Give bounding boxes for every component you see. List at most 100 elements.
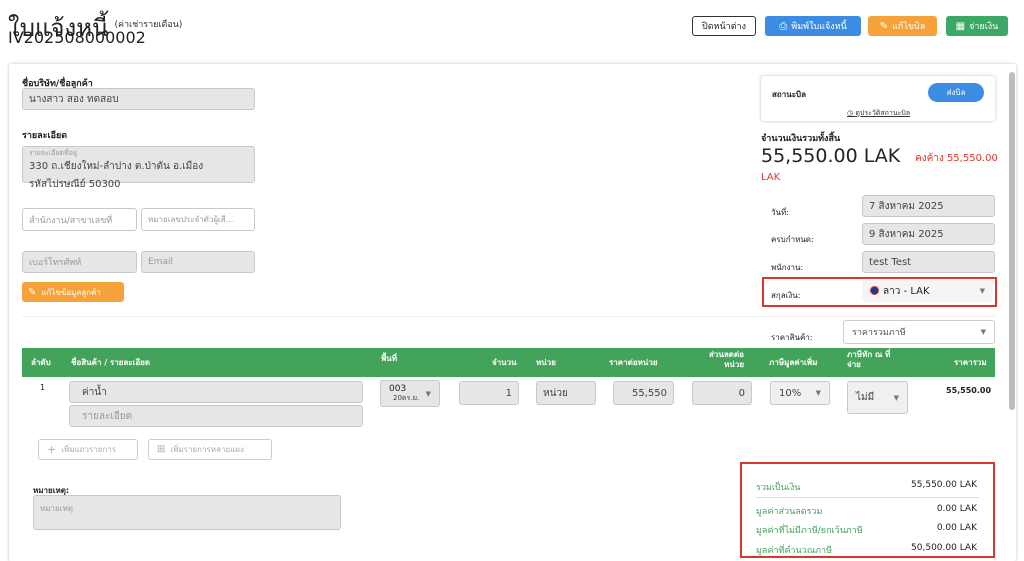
discount-value: 0 — [738, 387, 745, 399]
nontax-value: 0.00 LAK — [936, 523, 977, 533]
notes-placeholder: หมายเหตุ — [40, 504, 73, 513]
edit-customer-label: แก้ไขข้อมูลลูกค้า — [41, 287, 101, 297]
document-number: IV202508000002 — [8, 28, 146, 47]
summary-row-nontax: มูลค่าที่ไม่มีภาษี/ยกเว้นภาษี 0.00 LAK — [742, 523, 993, 537]
currency-selected: ลาว - LAK — [870, 284, 930, 299]
status-history-label: ดูประวัติสถานะบิล — [855, 109, 911, 117]
unit-price-value: 55,550 — [632, 387, 667, 399]
price-type-value: ราคารวมภาษี — [852, 328, 906, 338]
add-row-label: เพิ่มแถวรายการ — [61, 445, 117, 454]
wht-select[interactable]: ไม่มี ▼ — [847, 381, 908, 414]
edit-doc-icon: ✎ — [879, 20, 889, 32]
col-unit-price: ราคาต่อหน่วย — [609, 358, 658, 367]
grand-total-label: จำนวนเงินรวมทั้งสิ้น — [761, 134, 841, 144]
notes-input[interactable]: หมายเหตุ — [33, 495, 341, 530]
col-wht: ภาษีหัก ณ ที่จ่าย — [847, 350, 891, 369]
chevron-down-icon: ▼ — [815, 389, 821, 397]
taxable-value: 50,500.00 LAK — [911, 543, 977, 553]
due-label: ครบกำหนด: — [771, 235, 814, 244]
branch-input[interactable]: สำนักงาน/สาขาเลขที่ — [22, 208, 137, 231]
close-window-label: ปิดหน้าต่าง — [702, 22, 746, 32]
phone-placeholder: เบอร์โทรศัพท์ — [29, 258, 82, 268]
currency-select[interactable]: ลาว - LAK ▼ — [862, 280, 993, 302]
chevron-down-icon: ▼ — [425, 389, 431, 398]
qty-value: 1 — [505, 387, 512, 399]
scrollbar-thumb[interactable] — [1009, 72, 1015, 410]
email-input[interactable]: Email — [141, 251, 255, 273]
summary-row-subtotal: รวมเป็นเงิน 55,550.00 LAK — [742, 480, 993, 494]
address-line2: รหัสไปรษณีย์ 50300 — [29, 179, 121, 190]
company-value: นางสาว สอง ทดสอบ — [29, 93, 119, 105]
area-select[interactable]: 003 20ตร.ม. ▼ — [380, 380, 440, 407]
date-field[interactable]: 7 สิงหาคม 2025 — [862, 195, 995, 217]
grand-total-amount: 55,550.00 LAK — [761, 145, 901, 167]
phone-input[interactable]: เบอร์โทรศัพท์ — [22, 251, 137, 273]
unit-price-input[interactable]: 55,550 — [613, 381, 674, 405]
nontax-label: มูลค่าที่ไม่มีภาษี/ยกเว้นภาษี — [756, 526, 863, 536]
discount-input[interactable]: 0 — [692, 381, 752, 405]
items-table-header: ลำดับ ชื่อสินค้า / รายละเอียด พื้นที่ จำ… — [22, 348, 995, 377]
col-unit: หน่วย — [536, 358, 556, 367]
status-badge[interactable]: ส่งบิล — [928, 83, 984, 102]
add-multiple-icon: ⊞ — [157, 444, 166, 455]
col-vat: ภาษีมูลค่าเพิ่ม — [769, 358, 818, 367]
summary-row-taxable: มูลค่าที่คำนวณภาษี 50,500.00 LAK — [742, 543, 993, 557]
pay-button[interactable]: ▦ จ่ายเงิน — [946, 16, 1008, 36]
vat-value: 10% — [779, 387, 802, 399]
item-detail-input[interactable]: รายละเอียด — [69, 405, 363, 427]
subtotal-label: รวมเป็นเงิน — [756, 483, 801, 493]
outstanding-amount: คงค้าง 55,550.00 — [915, 153, 998, 164]
row-total: 55,550.00 — [946, 386, 992, 395]
due-value: 9 สิงหาคม 2025 — [869, 228, 944, 240]
staff-value: test Test — [869, 256, 912, 268]
summary-box: รวมเป็นเงิน 55,550.00 LAK มูลค่าส่วนลดรวม… — [740, 462, 995, 558]
laos-flag-icon — [870, 285, 879, 295]
address-small-label: รายละเอียดที่อยู่ — [29, 149, 78, 157]
discount-total-value: 0.00 LAK — [936, 504, 977, 514]
print-invoice-button[interactable]: ⎙ พิมพ์ใบแจ้งหนี้ — [765, 16, 861, 36]
divider — [22, 316, 995, 317]
date-label: วันที่: — [771, 208, 789, 217]
col-area: พื้นที่ — [381, 354, 398, 363]
company-field[interactable]: นางสาว สอง ทดสอบ — [22, 88, 255, 110]
edit-customer-button[interactable]: ✎ แก้ไขข้อมูลลูกค้า — [22, 282, 124, 302]
edit-bill-label: แก้ไขบิล — [892, 22, 926, 32]
unit-input[interactable]: หน่วย — [536, 381, 596, 405]
close-window-button[interactable]: ปิดหน้าต่าง — [692, 16, 756, 36]
outstanding-currency: LAK — [761, 172, 781, 183]
col-name: ชื่อสินค้า / รายละเอียด — [71, 358, 151, 367]
add-row-button[interactable]: + เพิ่มแถวรายการ — [38, 439, 138, 460]
detail-label: รายละเอียด — [22, 131, 68, 141]
col-discount: ส่วนลดต่อหน่วย — [709, 350, 744, 369]
col-total: ราคารวม — [954, 358, 987, 367]
add-multiple-button[interactable]: ⊞ เพิ่มรายการหลายแผง — [148, 439, 272, 460]
pay-label: จ่ายเงิน — [969, 22, 999, 32]
plus-icon: + — [47, 443, 57, 456]
summary-row-discount: มูลค่าส่วนลดรวม 0.00 LAK — [742, 504, 993, 518]
price-type-select[interactable]: ราคารวมภาษี ▼ — [843, 320, 995, 344]
address-field[interactable]: รายละเอียดที่อยู่ 330 ถ.เชียงใหม่-ลำปาง … — [22, 146, 255, 190]
area-size: 20ตร.ม. — [393, 393, 420, 402]
row-index: 1 — [40, 383, 46, 392]
staff-label: พนักงาน: — [771, 263, 804, 272]
item-name-input[interactable]: ค่าน้ำ — [69, 381, 363, 403]
area-values: 003 20ตร.ม. — [389, 383, 420, 403]
taxable-label: มูลค่าที่คำนวณภาษี — [756, 546, 833, 556]
bill-status-box: สถานะบิล ส่งบิล ◷ ดูประวัติสถานะบิล — [761, 76, 995, 121]
vat-select[interactable]: 10% ▼ — [770, 381, 830, 405]
edit-bill-button[interactable]: ✎ แก้ไขบิล — [868, 16, 937, 36]
taxid-input[interactable]: หมายเลขประจำตัวผู้เสี... — [141, 208, 255, 231]
status-history-link[interactable]: ◷ ดูประวัติสถานะบิล — [847, 108, 910, 119]
money-icon: ▦ — [955, 20, 966, 32]
chevron-down-icon: ▼ — [980, 328, 986, 336]
wht-value: ไม่มี — [856, 392, 875, 403]
item-name-value: ค่าน้ำ — [82, 386, 107, 398]
status-label: สถานะบิล — [772, 90, 806, 99]
staff-field[interactable]: test Test — [862, 251, 995, 273]
qty-input[interactable]: 1 — [459, 381, 519, 405]
due-date-field[interactable]: 9 สิงหาคม 2025 — [862, 223, 995, 245]
area-code: 003 — [389, 383, 407, 394]
edit-doc-icon: ✎ — [28, 286, 37, 298]
address-line1: 330 ถ.เชียงใหม่-ลำปาง ต.ป่าตัน อ.เมือง — [29, 161, 204, 172]
subtotal-value: 55,550.00 LAK — [911, 480, 977, 490]
